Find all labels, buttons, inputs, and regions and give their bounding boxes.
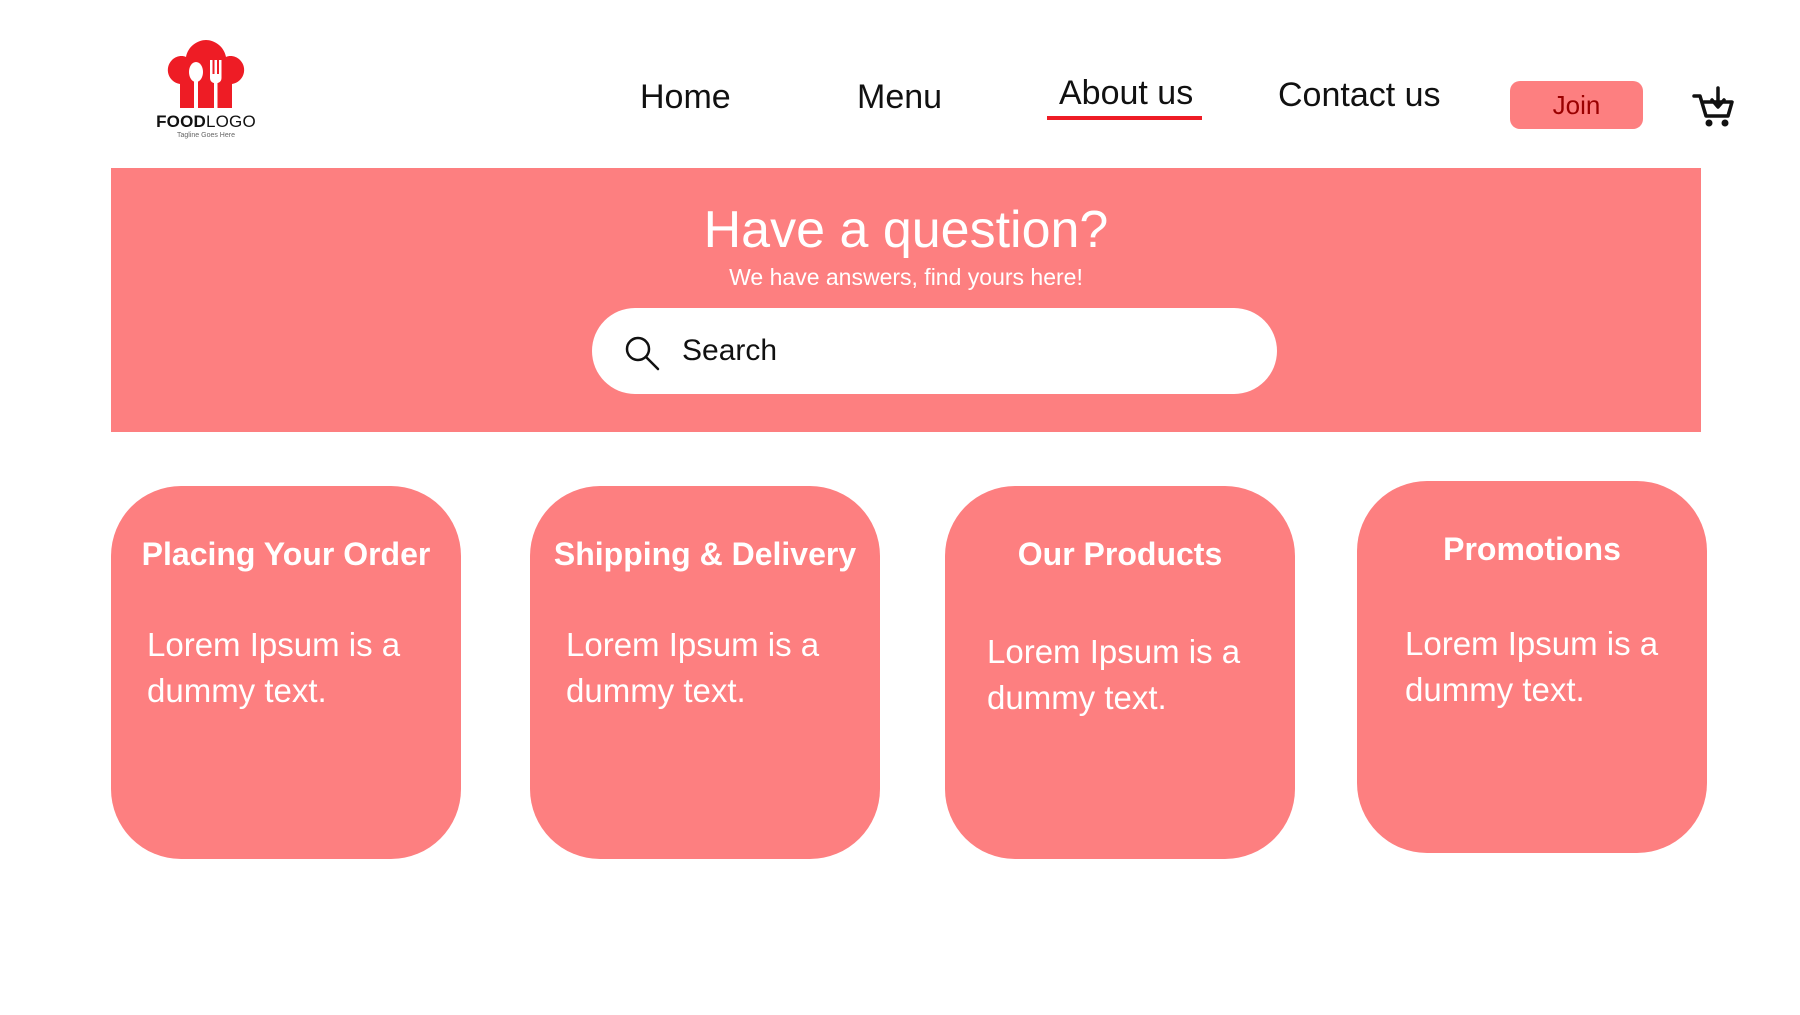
search-icon xyxy=(625,336,660,371)
topic-card-shipping-delivery[interactable]: Shipping & Delivery Lorem Ipsum is a dum… xyxy=(530,486,880,859)
search-bar[interactable] xyxy=(592,308,1277,394)
hero-title: Have a question? xyxy=(703,201,1109,259)
card-title: Shipping & Delivery xyxy=(553,536,857,572)
join-button[interactable]: Join xyxy=(1510,81,1643,129)
card-body: Lorem Ipsum is a dummy text. xyxy=(1405,625,1659,708)
cart-button[interactable] xyxy=(1692,86,1736,130)
card-title: Our Products xyxy=(1017,536,1223,572)
nav-home-link[interactable]: Home xyxy=(640,78,731,117)
topic-card-our-products[interactable]: Our Products Lorem Ipsum is a dummy text… xyxy=(945,486,1295,859)
card-body: Lorem Ipsum is a dummy text. xyxy=(566,626,820,709)
page: FOODLOGO Tagline Goes Here Home Menu Abo… xyxy=(0,0,1800,1015)
card-body: Lorem Ipsum is a dummy text. xyxy=(147,626,401,709)
nav-contact-link[interactable]: Contact us xyxy=(1278,76,1441,115)
nav-menu-link[interactable]: Menu xyxy=(857,78,942,117)
card-title: Promotions xyxy=(1443,531,1621,567)
chef-hat-spoon-fork-icon xyxy=(167,40,245,108)
nav-about-link[interactable]: About us xyxy=(1059,74,1193,113)
brand-logo[interactable]: FOODLOGO Tagline Goes Here xyxy=(150,38,262,144)
brand-tagline: Tagline Goes Here xyxy=(177,132,235,139)
search-input[interactable] xyxy=(680,328,1240,374)
help-hero-banner: Have a question? We have answers, find y… xyxy=(111,168,1701,432)
topic-card-promotions[interactable]: Promotions Lorem Ipsum is a dummy text. xyxy=(1357,481,1707,853)
hero-subtitle: We have answers, find yours here! xyxy=(729,264,1083,290)
brand-name: FOODLOGO xyxy=(156,112,256,131)
active-nav-underline xyxy=(1047,116,1202,120)
topic-card-placing-order[interactable]: Placing Your Order Lorem Ipsum is a dumm… xyxy=(111,486,461,859)
cart-icon xyxy=(1692,86,1734,127)
card-title: Placing Your Order xyxy=(141,536,431,572)
card-body: Lorem Ipsum is a dummy text. xyxy=(987,633,1241,716)
